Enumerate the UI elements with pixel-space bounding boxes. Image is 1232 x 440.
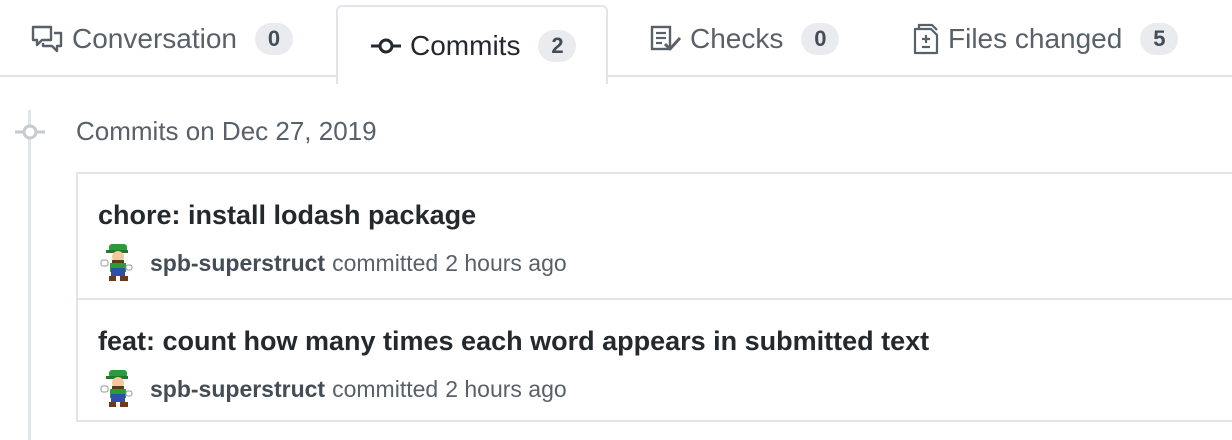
tab-checks[interactable]: Checks 0 — [650, 0, 840, 77]
git-commit-icon — [14, 122, 46, 147]
tab-counter: 0 — [801, 22, 840, 55]
timeline-line — [28, 110, 31, 440]
file-diff-icon — [912, 23, 940, 55]
tab-commits[interactable]: Commits 2 — [336, 5, 608, 84]
commit-meta: spb-superstruct committed 2 hours ago — [98, 368, 567, 410]
commit-row: feat: count how many times each word app… — [78, 298, 1232, 422]
checklist-icon — [650, 25, 682, 53]
commit-group-header: Commits on Dec 27, 2019 — [76, 116, 377, 146]
commit-action-text: committed — [332, 249, 439, 276]
tab-files-changed[interactable]: Files changed 5 — [912, 0, 1179, 77]
commit-title-link[interactable]: feat: count how many times each word app… — [98, 326, 929, 357]
tab-label: Conversation — [72, 22, 237, 54]
comment-discussion-icon — [30, 24, 64, 54]
commit-title-link[interactable]: chore: install lodash package — [98, 200, 476, 231]
tab-counter: 0 — [254, 22, 293, 55]
tab-label: Checks — [690, 22, 784, 54]
commit-list: chore: install lodash package spb-supers… — [76, 172, 1232, 422]
commit-action-text: committed — [332, 375, 439, 402]
commit-time[interactable]: 2 hours ago — [445, 376, 566, 403]
commit-row: chore: install lodash package spb-supers… — [78, 174, 1232, 298]
commit-author-link[interactable]: spb-superstruct — [150, 376, 325, 403]
tab-label: Commits — [410, 29, 521, 61]
avatar[interactable] — [98, 368, 138, 410]
commit-author-link[interactable]: spb-superstruct — [150, 250, 325, 277]
git-commit-icon — [370, 36, 402, 56]
pr-tab-bar: Conversation 0 Commits 2 Checks 0 Files … — [0, 0, 1232, 84]
tab-label: Files changed — [948, 22, 1123, 54]
commit-time[interactable]: 2 hours ago — [445, 250, 566, 277]
commit-meta: spb-superstruct committed 2 hours ago — [98, 242, 567, 284]
tab-conversation[interactable]: Conversation 0 — [30, 0, 293, 77]
tab-counter: 2 — [538, 29, 577, 62]
avatar[interactable] — [98, 242, 138, 284]
tab-counter: 5 — [1140, 22, 1179, 55]
